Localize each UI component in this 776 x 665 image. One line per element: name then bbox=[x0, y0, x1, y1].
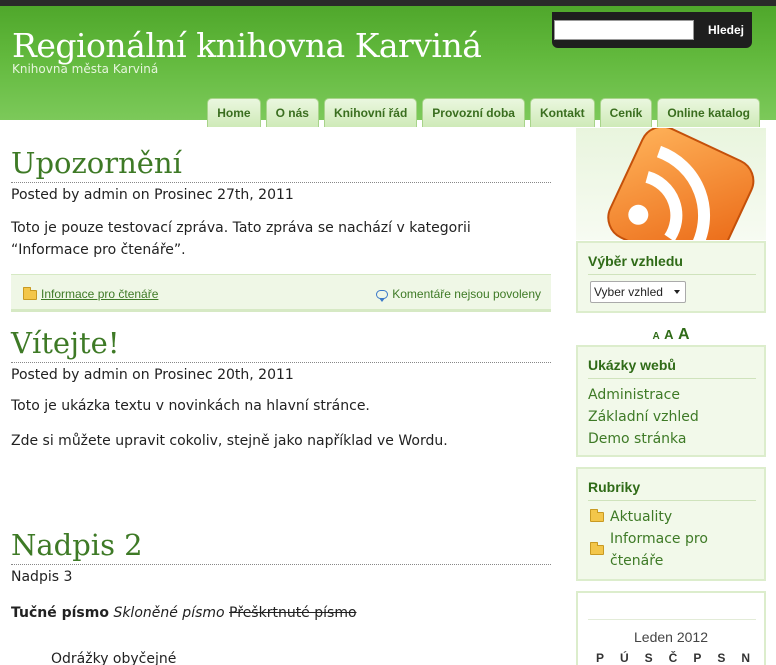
post: Vítejte! Posted by admin on Prosinec 20t… bbox=[11, 324, 551, 452]
rss-icon bbox=[607, 125, 755, 273]
post-title[interactable]: Upozornění bbox=[11, 144, 551, 183]
weekday: P bbox=[693, 651, 702, 665]
link-admin[interactable]: Administrace bbox=[588, 384, 764, 406]
calendar-widget: Leden 2012 P Ú S Č P S N bbox=[576, 591, 766, 665]
category-item[interactable]: Aktuality bbox=[590, 506, 764, 528]
font-size-medium[interactable]: A bbox=[664, 327, 673, 342]
calendar-weekdays: P Ú S Č P S N bbox=[596, 651, 750, 665]
heading-3: Nadpis 3 bbox=[11, 569, 73, 585]
comments-status: Komentáře nejsou povoleny bbox=[392, 287, 541, 301]
weekday: S bbox=[644, 651, 653, 665]
search-input[interactable] bbox=[554, 20, 694, 40]
style-select[interactable]: Vyber vzhled bbox=[590, 281, 686, 303]
widget-title: Výběr vzhledu bbox=[588, 253, 756, 275]
category-label-line: Informace pro bbox=[610, 531, 708, 547]
post-body-paragraph: Toto je ukázka textu v novinkách na hlav… bbox=[11, 398, 370, 414]
folder-icon bbox=[23, 286, 37, 300]
widget-title: Ukázky webů bbox=[588, 357, 756, 379]
post: Upozornění Posted by admin on Prosinec 2… bbox=[11, 144, 551, 261]
weekday: N bbox=[741, 651, 750, 665]
sites-list: Administrace Základní vzhled Demo stránk… bbox=[578, 384, 764, 450]
search-box: Hledej bbox=[552, 12, 752, 48]
style-select-value: Vyber vzhled bbox=[594, 285, 663, 299]
post-body-paragraph: Zde si můžete upravit cokoliv, stejně ja… bbox=[11, 433, 448, 449]
italic-text: Skloněné písmo bbox=[113, 605, 225, 621]
strike-text: Přeškrtnuté písmo bbox=[229, 605, 357, 621]
category-link[interactable]: Informace pro čtenáře bbox=[41, 287, 158, 301]
chevron-down-icon bbox=[674, 290, 680, 294]
categories-widget: Rubriky Aktuality Informace pro čtenáře bbox=[576, 467, 766, 581]
category-label[interactable]: Aktuality bbox=[610, 506, 672, 528]
post-title[interactable]: Vítejte! bbox=[11, 324, 551, 363]
site-subtitle: Knihovna města Karviná bbox=[12, 62, 159, 76]
folder-icon bbox=[590, 542, 604, 555]
main-nav: Home O nás Knihovní řád Provozní doba Ko… bbox=[207, 98, 760, 127]
rss-feed-banner[interactable] bbox=[576, 125, 766, 273]
folder-icon bbox=[590, 509, 604, 522]
post-body: Toto je pouze testovací zpráva. Tato zpr… bbox=[11, 220, 471, 258]
font-size-switcher: A A A bbox=[576, 326, 766, 344]
nav-tab-about[interactable]: O nás bbox=[265, 98, 319, 127]
category-item[interactable]: Informace pro čtenáře bbox=[590, 528, 764, 572]
post-meta: Posted by admin on Prosinec 27th, 2011 bbox=[11, 187, 294, 203]
nav-tab-hours[interactable]: Provozní doba bbox=[422, 98, 525, 127]
style-widget: Výběr vzhledu Vyber vzhled bbox=[576, 241, 766, 313]
categories-list: Aktuality Informace pro čtenáře bbox=[578, 506, 764, 572]
comment-icon bbox=[376, 290, 389, 303]
calendar-divider bbox=[588, 619, 756, 620]
weekday: Ú bbox=[620, 651, 629, 665]
text-styles: Tučné písmo Skloněné písmo Přeškrtnuté p… bbox=[11, 602, 551, 624]
post-meta: Posted by admin on Prosinec 20th, 2011 bbox=[11, 367, 294, 383]
post-footer: Informace pro čtenáře Komentáře nejsou p… bbox=[11, 274, 551, 312]
sites-widget: Ukázky webů Administrace Základní vzhled… bbox=[576, 345, 766, 457]
font-size-small[interactable]: A bbox=[652, 331, 659, 342]
post-category: Informace pro čtenáře bbox=[23, 286, 158, 301]
bold-text: Tučné písmo bbox=[11, 605, 109, 621]
nav-tab-prices[interactable]: Ceník bbox=[599, 98, 653, 127]
nav-tab-home[interactable]: Home bbox=[207, 98, 261, 127]
site-title[interactable]: Regionální knihovna Karviná bbox=[12, 26, 482, 65]
link-demo-page[interactable]: Demo stránka bbox=[588, 428, 764, 450]
weekday: P bbox=[596, 651, 605, 665]
site-header: Regionální knihovna Karviná Knihovna měs… bbox=[0, 0, 776, 127]
nav-tab-rules[interactable]: Knihovní řád bbox=[323, 98, 418, 127]
category-label[interactable]: Informace pro čtenáře bbox=[610, 528, 708, 572]
bullet-list-item: Odrážky obyčejné bbox=[51, 651, 177, 665]
weekday: S bbox=[717, 651, 726, 665]
calendar-month: Leden 2012 bbox=[634, 629, 708, 645]
link-basic-style[interactable]: Základní vzhled bbox=[588, 406, 764, 428]
demo-section: Nadpis 2 Nadpis 3 Tučné písmo Skloněné p… bbox=[11, 526, 551, 665]
font-size-large[interactable]: A bbox=[678, 326, 690, 343]
heading-2: Nadpis 2 bbox=[11, 526, 551, 565]
category-label-line: čtenáře bbox=[610, 553, 664, 569]
post-comments: Komentáře nejsou povoleny bbox=[376, 287, 541, 303]
weekday: Č bbox=[668, 651, 678, 665]
search-button[interactable]: Hledej bbox=[702, 21, 750, 39]
nav-tab-catalog[interactable]: Online katalog bbox=[657, 98, 760, 127]
nav-tab-contact[interactable]: Kontakt bbox=[529, 98, 595, 127]
widget-title: Rubriky bbox=[588, 479, 756, 501]
